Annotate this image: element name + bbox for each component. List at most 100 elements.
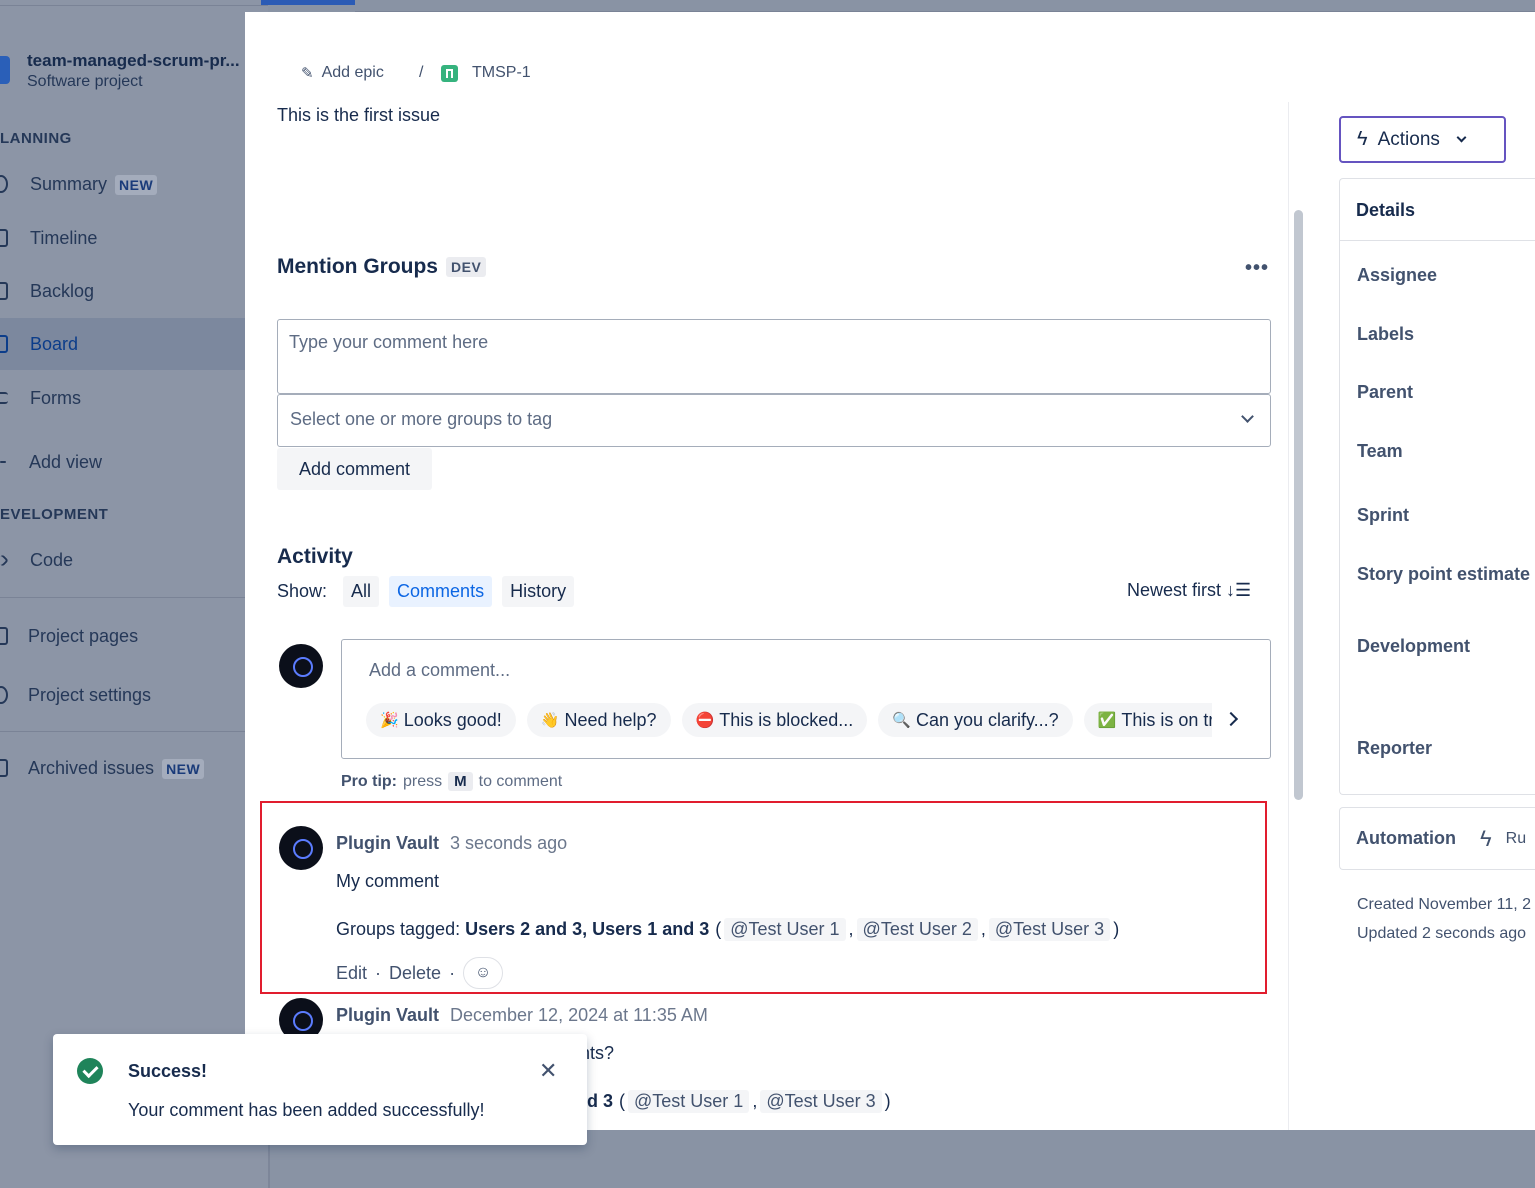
activity-filter-row: Show: All Comments History (277, 575, 575, 607)
party-icon: 🎉 (380, 712, 399, 729)
add-comment-box[interactable]: Add a comment... 🎉 Looks good! 👋 Need help… (341, 639, 1271, 759)
page-icon (0, 627, 8, 645)
field-label-sprint: Sprint (1357, 505, 1409, 525)
sidebar-item-backlog[interactable]: Backlog (0, 265, 268, 317)
magnifier-icon: 🔍 (892, 712, 911, 729)
lightning-icon: ϟ (1357, 128, 1368, 150)
mention-groups-title: Mention Groups DEV (277, 255, 487, 279)
quick-reply-looks-good[interactable]: 🎉 Looks good! (366, 703, 516, 737)
sidebar-item-label: Timeline (30, 227, 98, 248)
user-mention[interactable]: @Test User 3 (760, 1090, 882, 1113)
sidebar-item-board[interactable]: Board (0, 318, 268, 370)
field-label-reporter: Reporter (1357, 738, 1433, 758)
forms-icon (0, 392, 8, 404)
automation-label: Automation (1356, 828, 1456, 848)
group-select-placeholder: Select one or more groups to tag (290, 409, 553, 429)
actions-button[interactable]: ϟ Actions (1339, 116, 1506, 163)
plus-icon (0, 461, 6, 463)
lightning-icon: ϟ (1479, 825, 1492, 851)
actions-label: Actions (1377, 128, 1440, 150)
sidebar-item-label: Forms (30, 387, 81, 408)
sidebar-item-forms[interactable]: Forms (0, 372, 268, 424)
quick-reply-clarify[interactable]: 🔍 Can you clarify...? (878, 703, 1073, 737)
issue-description[interactable]: This is the first issue (277, 105, 440, 126)
sidebar-divider (0, 597, 268, 598)
pro-tip-rest: to comment (478, 772, 563, 790)
paren-open: ( (619, 1091, 626, 1111)
check-mark-icon: ✅ (1097, 712, 1117, 729)
quick-reply-label: Looks good! (403, 709, 502, 730)
sidebar-item-label: Project settings (28, 684, 152, 705)
sidebar-item-code[interactable]: Code (0, 534, 268, 586)
sidebar-item-project-pages[interactable]: Project pages (0, 610, 268, 662)
mention-groups-title-text: Mention Groups (277, 255, 438, 278)
created-date: Created November 11, 2 (1357, 896, 1532, 913)
comment-header: Plugin Vault December 12, 2024 at 11:35 … (336, 1005, 708, 1026)
sidebar-item-add-view[interactable]: Add view (0, 436, 268, 488)
sidebar-item-label: Summary (30, 173, 108, 194)
breadcrumb: ✎ Add epic (301, 64, 384, 82)
scrollbar-thumb[interactable] (1294, 210, 1303, 800)
pencil-icon: ✎ (301, 65, 314, 82)
quick-reply-on-track[interactable]: ✅This is on track (1083, 703, 1212, 737)
globe-icon (0, 175, 8, 193)
user-mention[interactable]: @Test User 1 (628, 1090, 750, 1113)
project-avatar-icon[interactable] (0, 56, 10, 84)
issue-key[interactable]: TMSP-1 (472, 64, 531, 82)
gear-icon (0, 686, 8, 704)
filter-all-button[interactable]: All (343, 575, 380, 607)
project-name[interactable]: team-managed-scrum-pr... (27, 51, 245, 71)
new-badge: NEW (162, 758, 205, 779)
quick-reply-blocked[interactable]: ⛔ This is blocked... (681, 703, 868, 737)
issue-key-breadcrumb[interactable]: TMSP-1 (441, 64, 531, 82)
add-epic-link[interactable]: Add epic (322, 64, 384, 82)
sidebar-item-label: Backlog (30, 280, 95, 301)
quick-reply-need-help[interactable]: 👋 Need help? (526, 703, 671, 737)
field-label-parent: Parent (1357, 382, 1414, 402)
more-options-icon[interactable]: ••• (1245, 257, 1269, 280)
no-entry-icon: ⛔ (695, 712, 715, 729)
sidebar-item-summary[interactable]: Summary NEW (0, 158, 268, 210)
chevron-right-icon[interactable] (1223, 711, 1239, 727)
current-user-avatar (279, 644, 323, 688)
active-tab-indicator (261, 0, 355, 5)
comment-time[interactable]: December 12, 2024 at 11:35 AM (450, 1005, 708, 1026)
sidebar-item-timeline[interactable]: Timeline (0, 212, 268, 264)
paren-close: ) (884, 1091, 891, 1111)
filter-comments-button[interactable]: Comments (389, 575, 493, 607)
quick-reply-label: Need help? (564, 709, 657, 730)
sort-order-button[interactable]: Newest first ↓☰ (1127, 580, 1251, 601)
sidebar-item-project-settings[interactable]: Project settings (0, 669, 268, 721)
comment-author[interactable]: Plugin Vault (336, 1005, 439, 1026)
filter-history-button[interactable]: History (502, 575, 575, 607)
group-tag-select[interactable]: Select one or more groups to tag (277, 394, 1271, 447)
close-icon[interactable]: ✕ (539, 1058, 557, 1084)
planning-section-heading: LANNING (0, 130, 72, 147)
details-panel: Details Assignee Labels Parent Team Spri… (1339, 178, 1535, 795)
mention-comment-textarea[interactable]: Type your comment here (277, 319, 1271, 394)
updated-date: Updated 2 seconds ago (1357, 925, 1527, 942)
sidebar-item-label: Code (30, 549, 74, 570)
wave-icon: 👋 (540, 712, 560, 729)
details-header[interactable]: Details (1340, 179, 1535, 241)
highlight-box (260, 801, 1267, 994)
quick-reply-row: 🎉 Looks good! 👋 Need help? ⛔ This is blocke… (366, 703, 1212, 737)
dev-badge: DEV (446, 257, 487, 277)
rule-executions-link[interactable]: Ru (1506, 830, 1526, 848)
sidebar-item-label: Project pages (28, 625, 139, 646)
sidebar-item-label: Board (30, 333, 79, 354)
pro-tip: Pro tip: press M to comment (341, 772, 562, 791)
groups-tagged-line: d 3 ( @Test User 1, @Test User 3 ) (587, 1090, 891, 1113)
code-icon (0, 553, 9, 567)
development-section-heading: EVELOPMENT (0, 506, 109, 523)
add-comment-button[interactable]: Add comment (277, 448, 432, 490)
backlog-icon (0, 282, 8, 300)
field-label-story-points: Story point estimate (1357, 564, 1531, 584)
sidebar-item-archived-issues[interactable]: Archived issues NEW (0, 742, 268, 794)
pro-tip-label: Pro tip: (341, 772, 397, 790)
toast-title: Success! (128, 1061, 208, 1081)
automation-panel[interactable]: Automation ϟ Ru (1339, 807, 1535, 870)
sidebar-item-label: Archived issues (28, 757, 155, 778)
new-badge: NEW (115, 174, 158, 195)
issue-detail-modal: ✎ Add epic / TMSP-1 This is the first is… (245, 12, 1535, 1130)
